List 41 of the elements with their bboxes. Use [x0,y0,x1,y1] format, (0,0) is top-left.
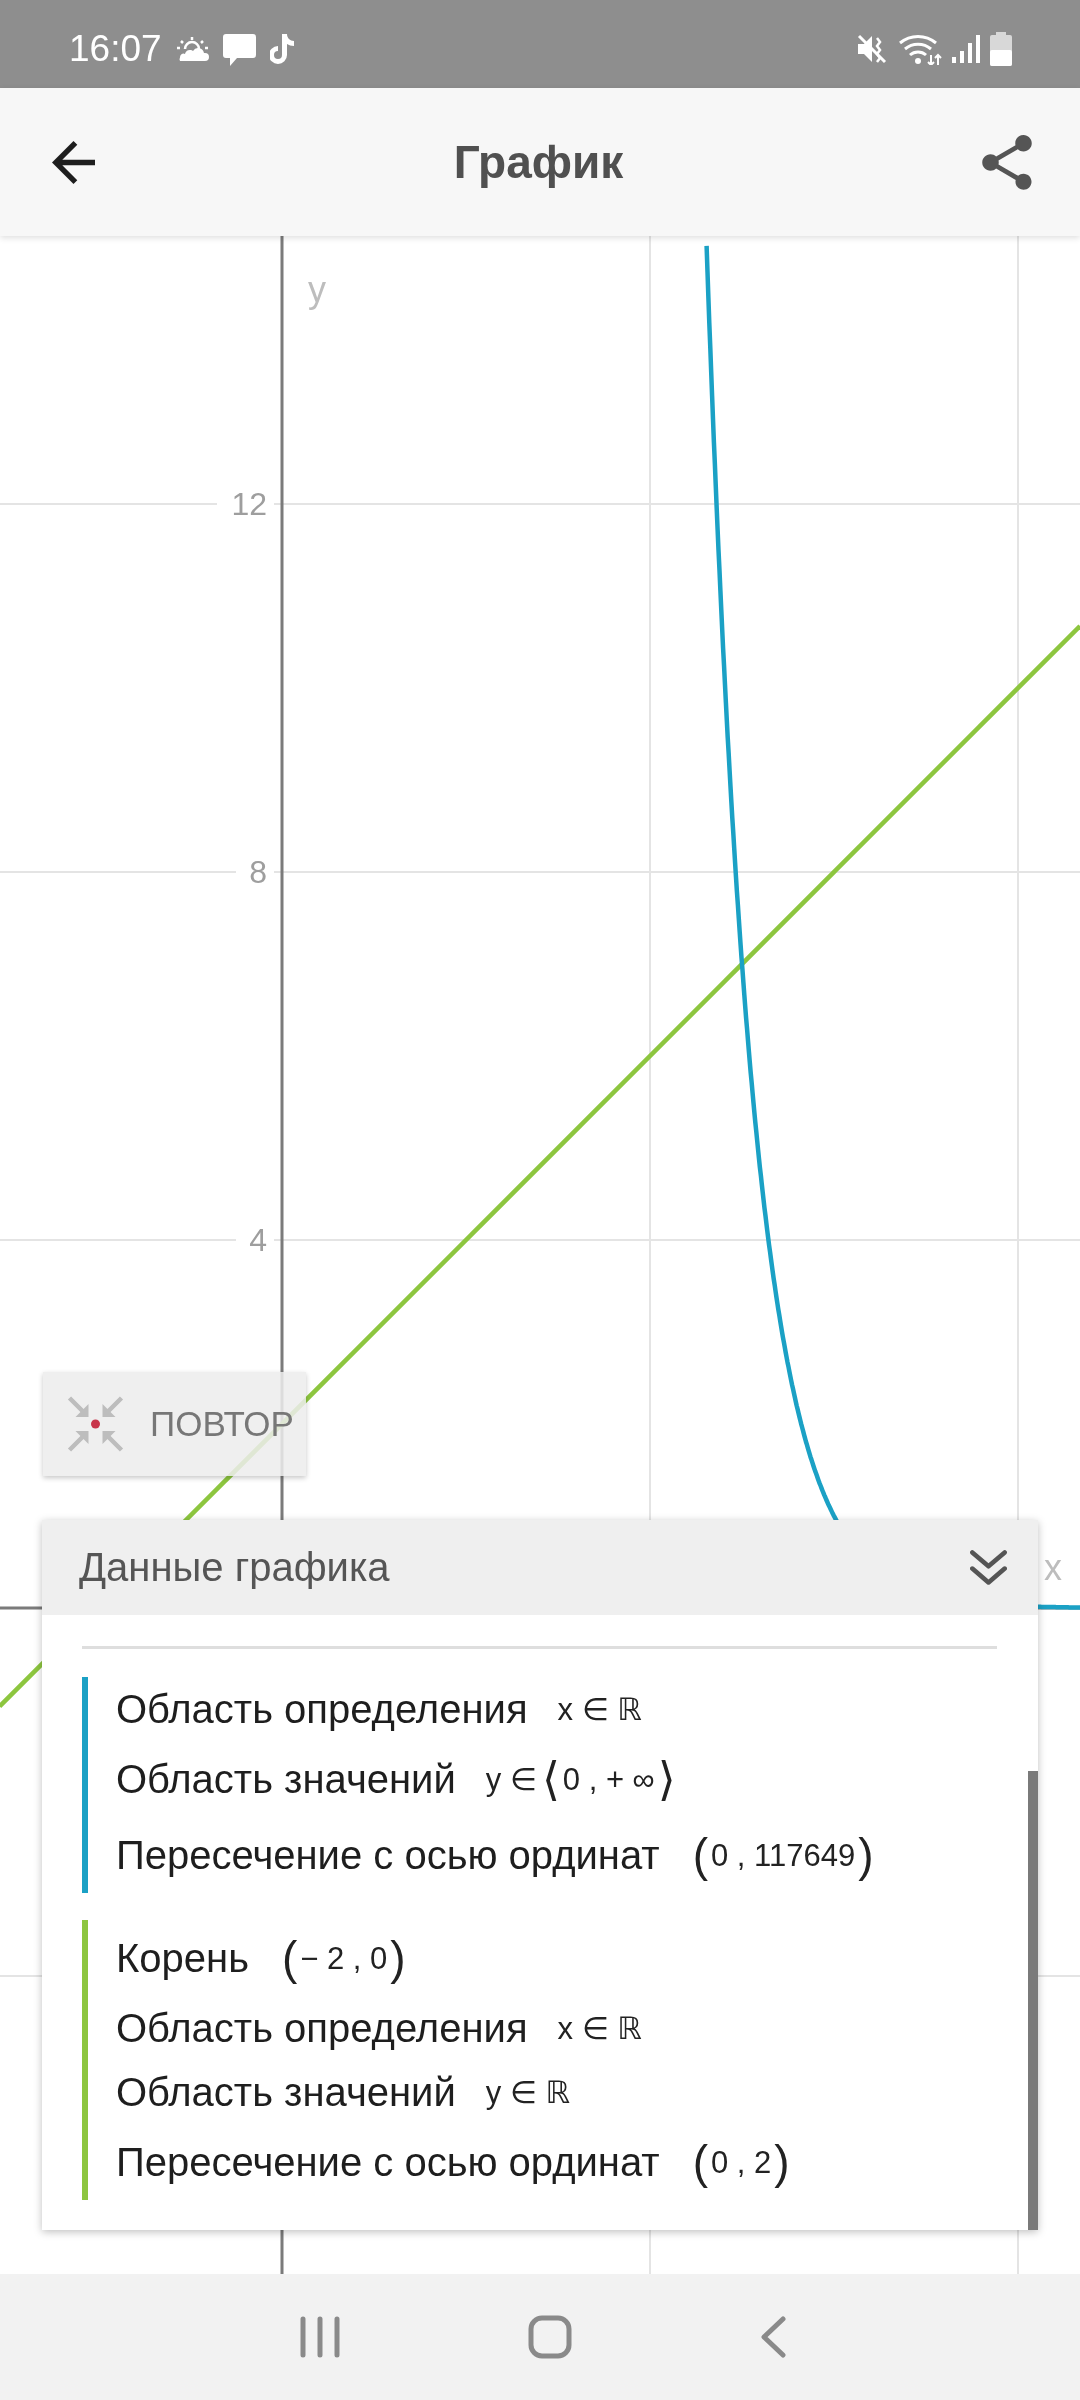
scrollbar[interactable] [1028,1771,1038,2230]
axis-label: x [1044,1547,1062,1588]
screen-title: График [453,135,624,189]
music-note-icon [269,34,294,64]
property-label: Область определения [116,2005,528,2051]
back-arrow-icon [52,140,95,184]
property-label: Область значений [116,2069,456,2115]
status-time: 16:07 [69,28,162,70]
property-label: Область определения [116,1686,528,1732]
shrink-arrows-icon [65,1394,126,1454]
math-value: x ∈ ℝ [557,1693,643,1725]
wifi-icon [898,33,942,65]
signal-icon [952,35,980,63]
math-value: x ∈ ℝ [557,2012,643,2044]
axis-label: y [308,269,326,310]
tick-label: 12 [231,486,267,522]
share-button[interactable] [982,134,1032,190]
back-icon[interactable] [760,2316,786,2358]
reset-view-button[interactable]: ПОВТОР [43,1372,306,1476]
battery-icon [990,32,1012,66]
double-chevron-icon[interactable] [970,1548,1007,1587]
math-value: y ∈ ℝ [485,2076,572,2108]
property-label: Корень [116,1935,249,1981]
mute-icon [856,33,888,65]
math-value: (0 , 117649) [691,1829,875,1881]
tick-label: 8 [249,854,267,890]
sun-cloud-icon [175,37,209,61]
share-icon [982,134,1032,190]
math-value: y ∈⟨0 , + ∞⟩ [485,1753,677,1805]
panel-title: Данные графика [79,1545,390,1590]
property-label: Область значений [116,1756,456,1802]
chat-bubble-icon [222,32,256,66]
math-value: (− 2 , 0) [280,1932,407,1984]
panel-header[interactable]: Данные графика [42,1520,1038,1615]
math-value: (0 , 2) [691,2136,791,2188]
recent-apps-icon[interactable] [300,2316,340,2358]
tick-label: 4 [249,1222,267,1258]
property-label: Пересечение с осью ординат [116,2139,660,2185]
back-button[interactable] [52,140,95,184]
property-label: Пересечение с осью ординат [116,1832,660,1878]
home-icon[interactable] [528,2315,572,2359]
